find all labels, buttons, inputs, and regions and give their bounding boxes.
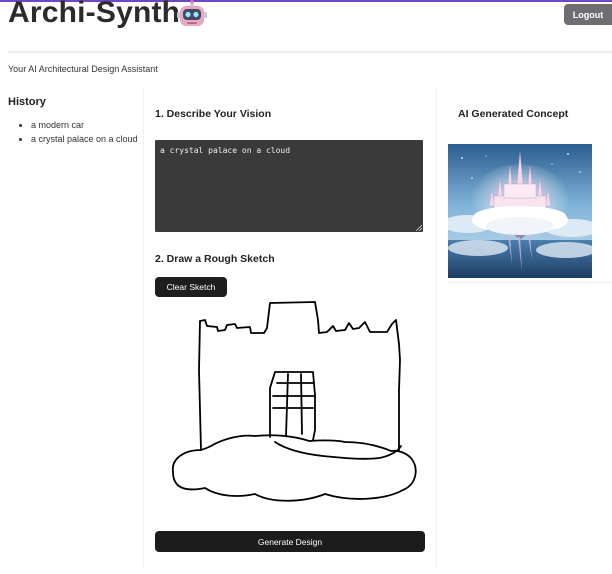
crystal-palace-image[interactable] xyxy=(448,144,592,278)
column-divider-right xyxy=(436,88,437,568)
sketch-grid-stroke xyxy=(272,373,316,437)
resize-grip-icon[interactable] xyxy=(415,224,422,231)
concept-card-shadow xyxy=(448,281,612,285)
app-subtitle: Your AI Architectural Design Assistant xyxy=(8,64,158,74)
sketch-cloud-stroke xyxy=(172,434,417,502)
clear-sketch-button[interactable]: Clear Sketch xyxy=(155,277,227,297)
draw-sketch-title: 2. Draw a Rough Sketch xyxy=(155,253,275,265)
sketch-canvas[interactable] xyxy=(155,300,425,520)
history-item-crystal-palace[interactable]: a crystal palace on a cloud xyxy=(31,134,138,145)
history-list: a modern car a crystal palace on a cloud xyxy=(20,120,138,148)
vision-textarea[interactable]: a crystal palace on a cloud xyxy=(155,140,423,232)
describe-vision-title: 1. Describe Your Vision xyxy=(155,108,272,120)
history-item-modern-car[interactable]: a modern car xyxy=(31,120,138,131)
column-divider-left xyxy=(143,88,144,568)
concept-title: AI Generated Concept xyxy=(458,108,569,120)
history-title: History xyxy=(8,96,46,108)
sketch-castle-stroke xyxy=(198,301,401,451)
sketch-cloud-inner-stroke xyxy=(274,441,402,460)
generate-design-button[interactable]: Generate Design xyxy=(155,531,425,552)
app-title: Archi-Synth xyxy=(8,0,181,29)
robot-icon xyxy=(177,0,207,26)
header-divider xyxy=(8,51,612,53)
logout-button[interactable]: Logout xyxy=(564,4,612,25)
